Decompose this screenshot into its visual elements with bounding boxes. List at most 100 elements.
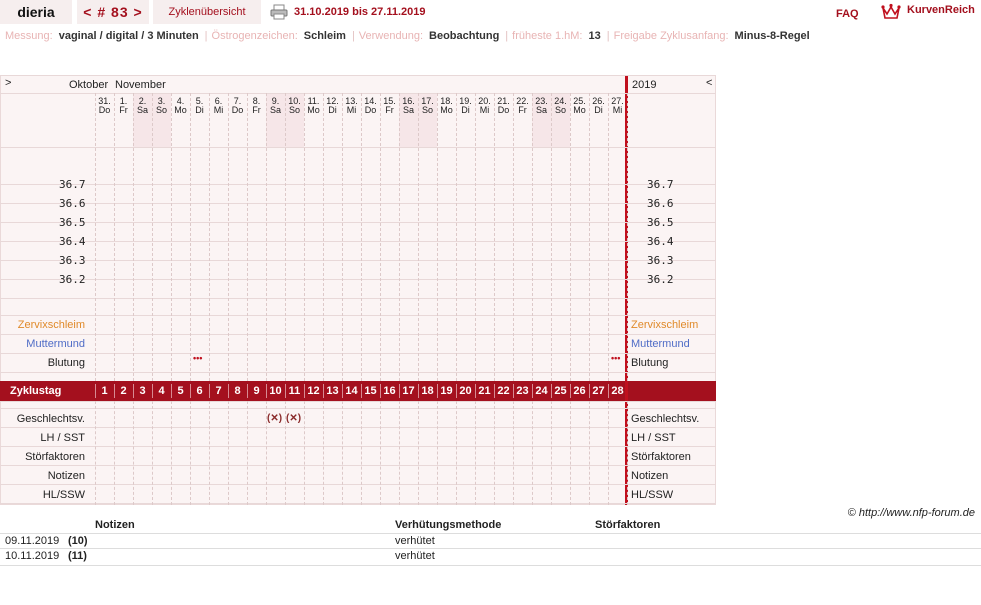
- day-gridline: [190, 401, 191, 505]
- cycle-day-number[interactable]: 24: [532, 381, 551, 401]
- col-header-notizen: Notizen: [95, 519, 135, 531]
- temp-label: 36.4: [59, 235, 86, 248]
- label-blutung: Blutung: [47, 357, 85, 369]
- cycle-day-number[interactable]: 26: [570, 381, 589, 401]
- day-gridline: [247, 401, 248, 505]
- day-gridline: [152, 401, 153, 505]
- cycle-day-number[interactable]: 20: [456, 381, 475, 401]
- label-zervixschleim: Zervixschleim: [17, 319, 85, 331]
- username-tab[interactable]: dieria: [0, 0, 72, 24]
- temp-label-right: 36.5: [647, 216, 674, 229]
- temp-label: 36.5: [59, 216, 86, 229]
- label-blutung-right: Blutung: [631, 357, 669, 369]
- label-zyklustag: Zyklustag: [10, 385, 62, 397]
- day-header: 20. Mi: [478, 96, 491, 115]
- day-header: 14. Do: [364, 96, 377, 115]
- label-lh-sst-right: LH / SST: [631, 432, 676, 444]
- day-gridline: [456, 401, 457, 505]
- cycle-day-number[interactable]: 1: [95, 381, 114, 401]
- day-gridline: [209, 93, 210, 381]
- temp-label-right: 36.7: [647, 178, 674, 191]
- settings-value: 13: [588, 30, 601, 42]
- day-gridline: [437, 401, 438, 505]
- label-lh-sst: LH / SST: [40, 432, 85, 444]
- cycle-day-number[interactable]: 14: [342, 381, 361, 401]
- label-hl-ssw: HL/SSW: [42, 489, 85, 501]
- settings-value: Schleim: [303, 30, 346, 42]
- settings-label: früheste 1.hM:: [512, 30, 583, 42]
- temp-label-right: 36.3: [647, 254, 674, 267]
- day-gridline: [133, 93, 134, 381]
- cycle-day-number[interactable]: 15: [361, 381, 380, 401]
- day-gridline: [608, 93, 609, 381]
- day-gridline: [361, 401, 362, 505]
- day-header: 7. Do: [231, 96, 244, 115]
- day-gridline: [247, 93, 248, 381]
- day-gridline: [437, 93, 438, 381]
- cycle-day-number[interactable]: 10: [266, 381, 285, 401]
- day-gridline: [323, 93, 324, 381]
- day-gridline: [551, 93, 552, 381]
- tab-cycle-overview[interactable]: Zyklenübersicht: [153, 0, 261, 24]
- cycle-day-number[interactable]: 7: [209, 381, 228, 401]
- day-gridline: [152, 93, 153, 381]
- nav-previous-button[interactable]: >: [5, 77, 11, 89]
- year-label: 2019: [632, 79, 657, 91]
- row-date: 10.11.2019: [5, 550, 60, 562]
- cycle-day-number[interactable]: 3: [133, 381, 152, 401]
- cycle-day-number[interactable]: 17: [399, 381, 418, 401]
- cycle-number[interactable]: < # 83 >: [83, 4, 142, 20]
- cycle-day-number[interactable]: 2: [114, 381, 133, 401]
- col-header-stoerfaktoren: Störfaktoren: [595, 519, 661, 531]
- cycle-day-number[interactable]: 6: [190, 381, 209, 401]
- label-zervixschleim-right: Zervixschleim: [631, 319, 699, 331]
- day-gridline: [361, 93, 362, 381]
- cycle-day-number[interactable]: 4: [152, 381, 171, 401]
- brand-logo[interactable]: KurvenReich: [907, 4, 975, 16]
- intercourse-marker: (✕): [267, 413, 283, 424]
- day-gridline: [228, 93, 229, 381]
- row-divider: [0, 75, 716, 76]
- day-gridline: [95, 93, 96, 381]
- cycle-day-number[interactable]: 23: [513, 381, 532, 401]
- cycle-day-number[interactable]: 9: [247, 381, 266, 401]
- temp-label: 36.7: [59, 178, 86, 191]
- cycle-navigator[interactable]: < # 83 >: [77, 0, 149, 24]
- nav-next-button[interactable]: <: [706, 77, 712, 89]
- row-method: verhütet: [395, 535, 435, 547]
- faq-link[interactable]: FAQ: [836, 8, 859, 20]
- day-gridline: [171, 93, 172, 381]
- day-gridline: [456, 93, 457, 381]
- day-gridline: [570, 401, 571, 505]
- cycle-day-bar: Zyklustag 1 2 3 4 5 6 7 8 9 10 11 12 13 14 15 16 17 18 19 2…: [0, 381, 716, 401]
- day-gridline: [589, 401, 590, 505]
- cycle-day-number[interactable]: 11: [285, 381, 304, 401]
- day-gridline: [494, 93, 495, 381]
- cycle-chart: > Oktober November 2019 < Zervixschleim …: [0, 75, 716, 505]
- month-label-november: November: [115, 79, 166, 91]
- cycle-day-number[interactable]: 27: [589, 381, 608, 401]
- label-stoerfaktoren: Störfaktoren: [25, 451, 85, 463]
- cycle-day-number[interactable]: 8: [228, 381, 247, 401]
- day-header: 9. Sa: [269, 96, 281, 115]
- day-header: 26. Di: [592, 96, 605, 115]
- temp-label: 36.3: [59, 254, 86, 267]
- month-label-oktober: Oktober: [69, 79, 109, 91]
- cycle-day-number[interactable]: 25: [551, 381, 570, 401]
- day-header: 16. Sa: [402, 96, 415, 115]
- temp-label: 36.2: [59, 273, 86, 286]
- cycle-day-number[interactable]: 22: [494, 381, 513, 401]
- day-header: 5. Di: [195, 96, 204, 115]
- day-gridline: [608, 401, 609, 505]
- settings-summary: Messung: vaginal / digital / 3 Minuten | Ös…: [5, 30, 812, 42]
- printer-icon[interactable]: [270, 4, 288, 20]
- cycle-day-number[interactable]: 16: [380, 381, 399, 401]
- copyright[interactable]: © http://www.nfp-forum.de: [848, 507, 975, 519]
- cycle-day-number[interactable]: 21: [475, 381, 494, 401]
- cycle-day-number[interactable]: 18: [418, 381, 437, 401]
- label-notizen-right: Notizen: [631, 470, 669, 482]
- cycle-day-number[interactable]: 5: [171, 381, 190, 401]
- cycle-day-number[interactable]: 13: [323, 381, 342, 401]
- cycle-day-number[interactable]: 12: [304, 381, 323, 401]
- cycle-day-number[interactable]: 19: [437, 381, 456, 401]
